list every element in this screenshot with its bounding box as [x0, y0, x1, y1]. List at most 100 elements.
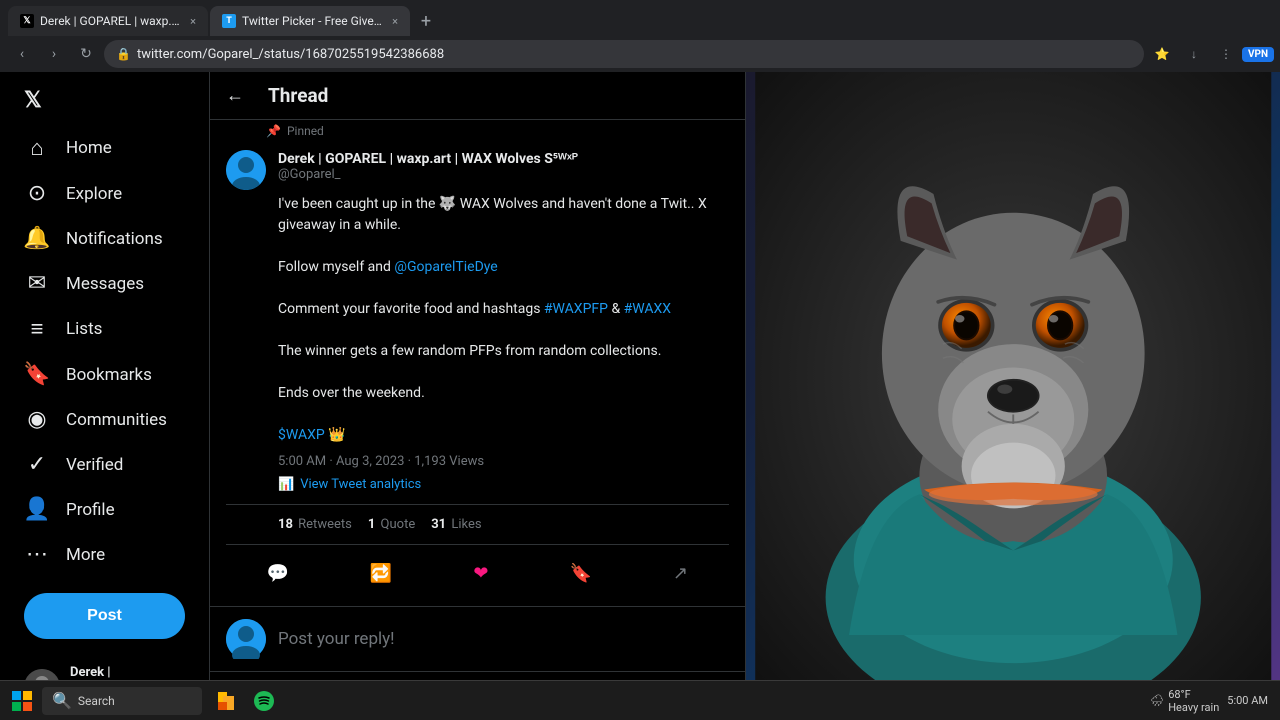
taskbar: 🔍 Search 🌧 68°F Heavy rain — [0, 680, 1280, 720]
tweet-avatar[interactable] — [226, 150, 266, 190]
reply-input[interactable]: Post your reply! — [278, 629, 729, 649]
browser-nav-right: ⭐ ↓ ⋮ VPN — [1148, 40, 1272, 68]
notifications-icon: 🔔 — [24, 226, 50, 251]
app-container: 𝕏 ⌂ Home ⊙ Explore 🔔 Notifications ✉ Mes… — [0, 72, 1280, 680]
home-icon: ⌂ — [24, 135, 50, 161]
sidebar-label-verified: Verified — [66, 455, 123, 475]
sidebar-user[interactable]: Derek | GOPAREL | ... @Goparel_ ⋯ — [12, 655, 197, 680]
sidebar-item-messages[interactable]: ✉ Messages — [12, 261, 197, 306]
settings-button[interactable]: ⋮ — [1212, 40, 1240, 68]
pinned-badge: 📌 Pinned — [210, 120, 745, 138]
sidebar-item-communities[interactable]: ◉ Communities — [12, 397, 197, 442]
thread-title: Thread — [268, 84, 328, 107]
messages-icon: ✉ — [24, 271, 50, 296]
taskbar-search-icon: 🔍 — [52, 691, 72, 710]
tab-favicon-1: 𝕏 — [20, 14, 34, 28]
taskbar-search[interactable]: 🔍 Search — [42, 687, 202, 715]
bookmark-button[interactable]: 🔖 — [563, 557, 597, 590]
browser-tabs: 𝕏 Derek | GOPAREL | waxp.art | W... × T … — [0, 0, 1280, 36]
reply-button[interactable]: 💬 — [261, 557, 295, 590]
tab-close-1[interactable]: × — [190, 15, 196, 28]
wolf-illustration — [746, 72, 1280, 680]
taskbar-time: 5:00 AM — [1227, 694, 1268, 707]
right-panel — [746, 72, 1280, 680]
retweet-button[interactable]: 🔁 — [364, 557, 398, 590]
spotify-icon — [253, 690, 275, 712]
communities-icon: ◉ — [24, 407, 50, 432]
browser-chrome: 𝕏 Derek | GOPAREL | waxp.art | W... × T … — [0, 0, 1280, 72]
tab-close-2[interactable]: × — [392, 15, 398, 28]
share-button[interactable]: ↗ — [667, 557, 694, 590]
tweet-header: Derek | GOPAREL | waxp.art | WAX Wolves … — [226, 150, 729, 190]
tweet-actions: 💬 🔁 ❤ 🔖 ↗ — [226, 553, 729, 594]
tweet-feed: 📌 Pinned Derek | GOPAREL | waxp.art | WA… — [210, 120, 745, 680]
hashtag-waxx[interactable]: #WAXX — [624, 301, 671, 317]
quote-count[interactable]: 1 Quote — [368, 517, 415, 532]
tweet-timestamp: 5:00 AM · Aug 3, 2023 — [278, 454, 404, 469]
verified-icon: ✓ — [24, 452, 50, 477]
analytics-link[interactable]: 📊 View Tweet analytics — [226, 477, 729, 492]
sidebar-item-notifications[interactable]: 🔔 Notifications — [12, 216, 197, 261]
taskbar-apps — [208, 683, 282, 719]
bookmarks-icon: 🔖 — [24, 362, 50, 387]
like-button[interactable]: ❤ — [467, 557, 494, 590]
sidebar: 𝕏 ⌂ Home ⊙ Explore 🔔 Notifications ✉ Mes… — [0, 72, 210, 680]
vpn-button[interactable]: VPN — [1244, 40, 1272, 68]
pinned-label: Pinned — [287, 124, 324, 138]
reload-button[interactable]: ↻ — [72, 40, 100, 68]
analytics-label: View Tweet analytics — [300, 477, 421, 492]
weather-details: 68°F Heavy rain — [1168, 688, 1219, 714]
wolf-image — [746, 72, 1280, 680]
more-icon: ⋯ — [24, 542, 50, 567]
sidebar-item-more[interactable]: ⋯ More — [12, 532, 197, 577]
x-logo[interactable]: 𝕏 — [12, 80, 197, 121]
tab-favicon-2: T — [222, 14, 236, 28]
user-avatar — [24, 669, 60, 680]
forward-nav-button[interactable]: › — [40, 40, 68, 68]
tweet-stats: 18 Retweets 1 Quote 31 Likes — [226, 504, 729, 545]
sidebar-label-home: Home — [66, 138, 112, 158]
files-icon — [216, 691, 236, 711]
taskbar-app-music[interactable] — [246, 683, 282, 719]
back-nav-button[interactable]: ‹ — [8, 40, 36, 68]
sidebar-label-profile: Profile — [66, 500, 115, 520]
sidebar-item-bookmarks[interactable]: 🔖 Bookmarks — [12, 352, 197, 397]
download-button[interactable]: ↓ — [1180, 40, 1208, 68]
tab-title-1: Derek | GOPAREL | waxp.art | W... — [40, 14, 180, 28]
post-button[interactable]: Post — [24, 593, 185, 639]
cashtag-waxp[interactable]: $WAXP — [278, 427, 325, 443]
sidebar-item-explore[interactable]: ⊙ Explore — [12, 171, 197, 216]
sidebar-item-profile[interactable]: 👤 Profile — [12, 487, 197, 532]
extensions-button[interactable]: ⭐ — [1148, 40, 1176, 68]
sidebar-user-name: Derek | GOPAREL | ... — [70, 665, 159, 680]
lock-icon: 🔒 — [116, 47, 131, 61]
sidebar-item-verified[interactable]: ✓ Verified — [12, 442, 197, 487]
sidebar-label-notifications: Notifications — [66, 229, 163, 249]
lists-icon: ≡ — [24, 316, 50, 342]
active-tab[interactable]: 𝕏 Derek | GOPAREL | waxp.art | W... × — [8, 6, 208, 36]
main-tweet: Derek | GOPAREL | waxp.art | WAX Wolves … — [210, 138, 745, 607]
like-count[interactable]: 31 Likes — [431, 517, 481, 532]
url-text: twitter.com/Goparel_/status/168702551954… — [137, 47, 444, 62]
back-button[interactable]: ← — [226, 85, 244, 106]
browser-nav: ‹ › ↻ 🔒 twitter.com/Goparel_/status/1687… — [0, 36, 1280, 72]
new-tab-button[interactable]: + — [412, 7, 440, 35]
mention-1[interactable]: @GoparelTieDye — [394, 259, 497, 275]
sidebar-label-communities: Communities — [66, 410, 167, 430]
start-button[interactable] — [4, 683, 40, 719]
reply-avatar — [226, 619, 266, 659]
tweet-display-name[interactable]: Derek | GOPAREL | waxp.art | WAX Wolves … — [278, 150, 729, 167]
tweet-handle[interactable]: @Goparel_ — [278, 167, 729, 182]
hashtag-waxpfp[interactable]: #WAXPFP — [544, 301, 608, 317]
weather-description: Heavy rain — [1168, 701, 1219, 714]
weather-info: 🌧 68°F Heavy rain — [1150, 688, 1219, 714]
taskbar-search-text: Search — [78, 694, 115, 708]
sidebar-item-home[interactable]: ⌂ Home — [12, 125, 197, 171]
sidebar-item-lists[interactable]: ≡ Lists — [12, 306, 197, 352]
address-bar[interactable]: 🔒 twitter.com/Goparel_/status/1687025519… — [104, 40, 1144, 68]
analytics-icon: 📊 — [278, 477, 294, 492]
taskbar-app-files[interactable] — [208, 683, 244, 719]
reply-input-area: Post your reply! — [210, 607, 745, 672]
inactive-tab[interactable]: T Twitter Picker - Free Giveaway Picker … — [210, 6, 410, 36]
retweet-count[interactable]: 18 Retweets — [278, 517, 352, 532]
